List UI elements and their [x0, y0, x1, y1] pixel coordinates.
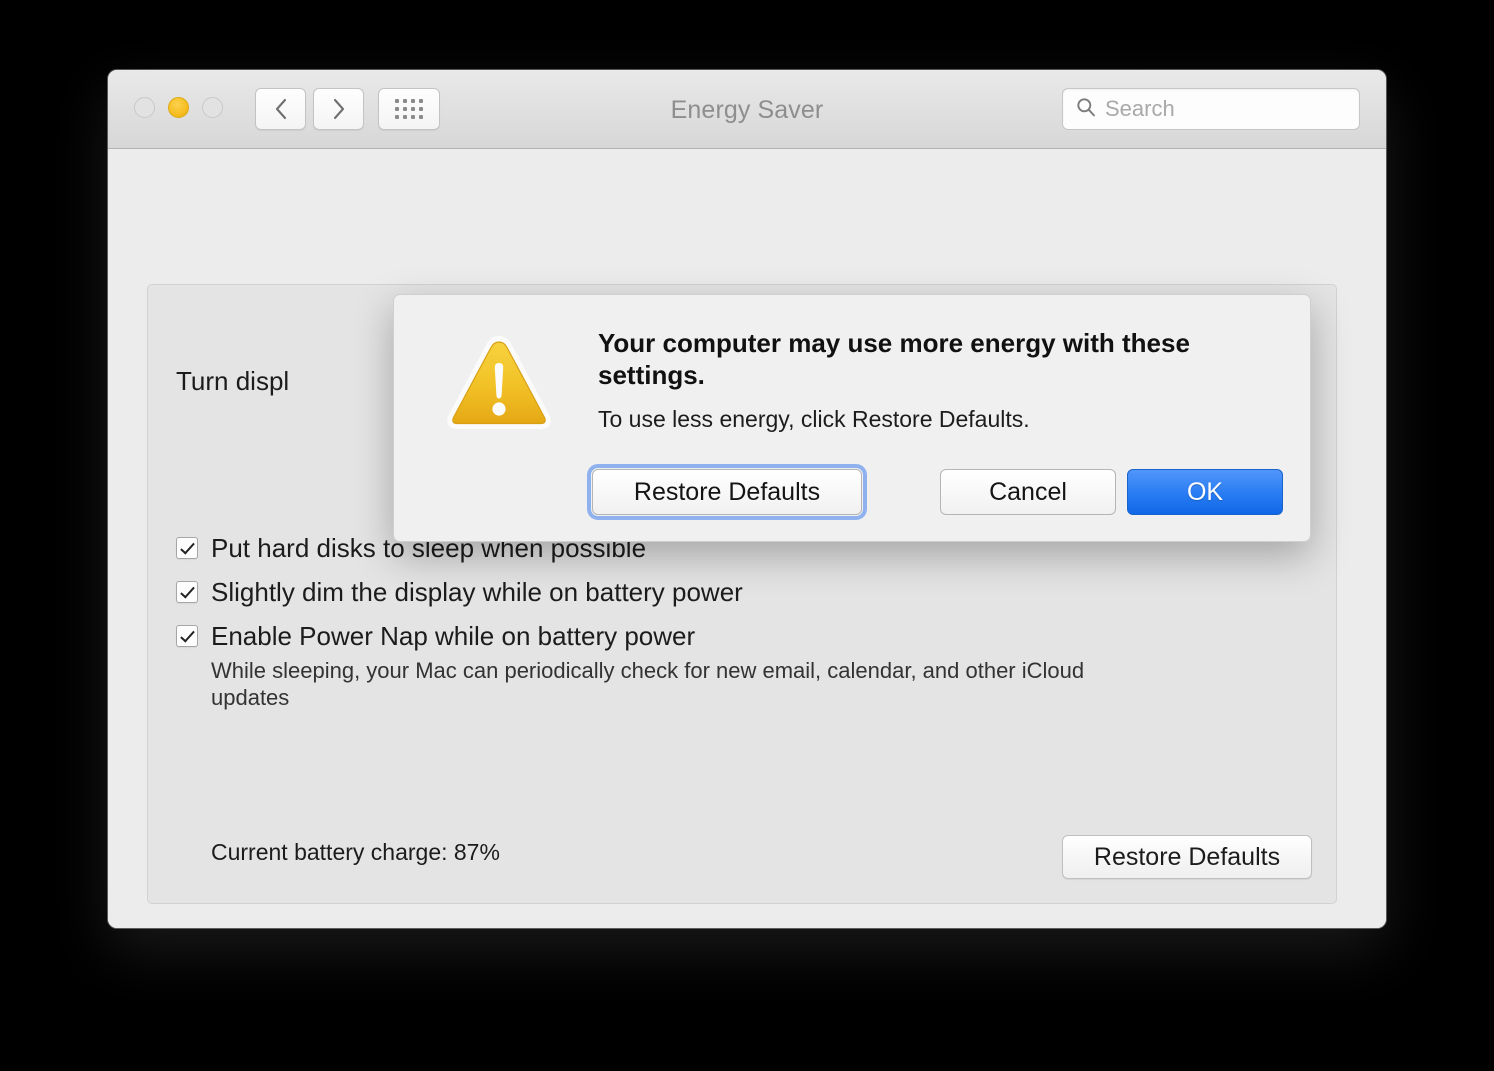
window-titlebar: Energy Saver Search — [108, 70, 1386, 149]
display-sleep-label: Turn displ — [176, 366, 290, 396]
checkbox-row-power-nap[interactable]: Enable Power Nap while on battery power — [176, 621, 695, 651]
checkbox-hard-disk-sleep[interactable] — [176, 537, 198, 559]
alert-subtext: To use less energy, click Restore Defaul… — [598, 406, 1030, 432]
alert-button-row: Restore Defaults Cancel OK — [394, 464, 1310, 520]
alert-cancel-button[interactable]: Cancel — [940, 469, 1116, 515]
checkbox-label-dim-display: Slightly dim the display while on batter… — [211, 577, 743, 607]
search-field[interactable]: Search — [1062, 88, 1360, 130]
panel-restore-defaults-button[interactable]: Restore Defaults — [1062, 835, 1312, 879]
search-placeholder: Search — [1105, 96, 1175, 121]
warning-triangle-icon — [446, 333, 552, 433]
system-preferences-window: Energy Saver Search Turn displ Put hard … — [108, 70, 1386, 928]
window-body: Turn displ hrs Never Put hard disks to s… — [108, 149, 1386, 928]
battery-charge-status: Current battery charge: 87% — [211, 839, 500, 865]
checkbox-dim-display[interactable] — [176, 581, 198, 603]
checkbox-label-power-nap: Enable Power Nap while on battery power — [211, 621, 696, 651]
power-nap-description: While sleeping, your Mac can periodicall… — [211, 658, 1085, 710]
desktop-background: Energy Saver Search Turn displ Put hard … — [0, 0, 1494, 1071]
alert-heading: Your computer may use more energy with t… — [598, 328, 1190, 390]
search-icon — [1076, 97, 1096, 122]
checkbox-row-dim-display[interactable]: Slightly dim the display while on batter… — [176, 577, 743, 607]
alert-restore-defaults-button[interactable]: Restore Defaults — [587, 464, 867, 520]
energy-warning-dialog: Your computer may use more energy with t… — [393, 294, 1311, 542]
alert-ok-button[interactable]: OK — [1127, 469, 1283, 515]
checkbox-power-nap[interactable] — [176, 625, 198, 647]
